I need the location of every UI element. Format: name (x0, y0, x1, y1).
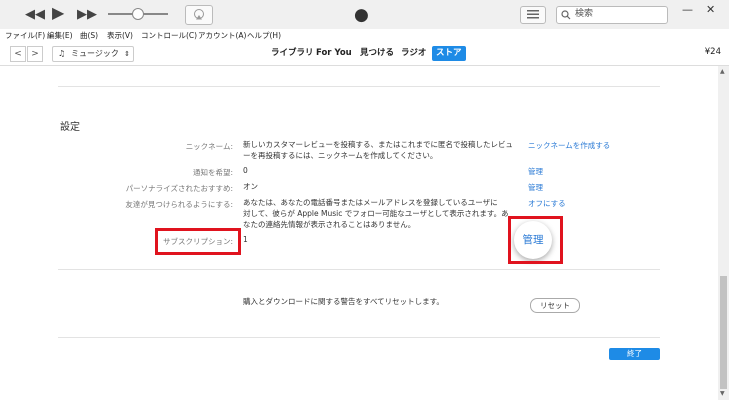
scroll-down-arrow-icon[interactable]: ▼ (720, 390, 725, 397)
music-note-icon: ♫ (58, 49, 66, 58)
subscription-label-highlight (155, 228, 241, 255)
navigation-bar: < > ♫ ミュージック ⇕ ライブラリ For You 見つける ラジオ スト… (0, 43, 729, 66)
volume-knob[interactable] (132, 8, 144, 20)
tab-for-you[interactable]: For You (312, 46, 356, 61)
up-next-list-button[interactable] (520, 6, 546, 24)
personalized-recommendations-label: パーソナライズされたおすすめ: (125, 184, 233, 193)
personalized-manage-link[interactable]: 管理 (528, 182, 543, 193)
turn-off-discover-link[interactable]: オフにする (528, 198, 566, 209)
notify-manage-link[interactable]: 管理 (528, 166, 543, 177)
done-button[interactable]: 終了 (609, 348, 660, 360)
forward-button[interactable]: > (27, 46, 43, 62)
menu-view[interactable]: 表示(V) (107, 30, 133, 41)
airplay-button[interactable] (185, 5, 213, 25)
notify-label: 通知を希望: (192, 168, 233, 177)
menu-edit[interactable]: 編集(E) (47, 30, 73, 41)
minimize-icon[interactable]: — (682, 3, 693, 16)
media-kind-label: ミュージック (71, 49, 119, 58)
back-button[interactable]: < (10, 46, 26, 62)
rewind-icon[interactable]: ◀◀ (25, 8, 45, 21)
scroll-thumb[interactable] (720, 276, 727, 389)
tab-library[interactable]: ライブラリ (267, 46, 318, 61)
airplay-icon (194, 9, 204, 20)
account-balance: ¥24 (704, 47, 721, 57)
play-icon[interactable]: ▶ (52, 5, 64, 21)
discoverable-description: あなたは、あなたの電話番号またはメールアドレスを登録しているユーザに 対して、彼… (243, 197, 523, 230)
subscription-manage-highlight (508, 216, 563, 264)
personalized-recommendations-value: オン (243, 182, 258, 191)
discoverable-description-line: なたの連絡先情報が表示されることはありません。 (243, 220, 416, 229)
divider (58, 86, 660, 87)
nickname-description-line: ーを再投稿するには、ニックネームを作成してください。 (243, 151, 438, 160)
discoverable-description-line: 対して、彼らが Apple Music でフォロー可能なユーザとして表示されます… (243, 209, 509, 218)
list-icon (527, 10, 539, 19)
scrollbar[interactable]: ▲ ▼ (718, 66, 729, 400)
menu-song[interactable]: 曲(S) (80, 30, 98, 41)
search-icon (561, 10, 571, 20)
notify-value: 0 (243, 166, 248, 175)
menu-file[interactable]: ファイル(F) (5, 30, 45, 41)
scroll-up-arrow-icon[interactable]: ▲ (720, 68, 725, 75)
menu-bar: ファイル(F) 編集(E) 曲(S) 表示(V) コントロール(C) アカウント… (0, 29, 729, 43)
nickname-description-line: 新しいカスタマーレビューを投稿する、またはこれまでに匿名で投稿したレビュ (243, 140, 513, 149)
search-box[interactable] (556, 6, 668, 24)
nickname-label: ニックネーム: (185, 142, 233, 151)
menu-account[interactable]: アカウント(A) (198, 30, 246, 41)
tab-browse[interactable]: 見つける (356, 46, 398, 61)
divider (58, 337, 660, 338)
nickname-description: 新しいカスタマーレビューを投稿する、またはこれまでに匿名で投稿したレビュ ーを再… (243, 139, 523, 161)
menu-help[interactable]: ヘルプ(H) (247, 30, 281, 41)
divider (58, 269, 660, 270)
discoverable-description-line: あなたは、あなたの電話番号またはメールアドレスを登録しているユーザに (243, 198, 498, 207)
create-nickname-link[interactable]: ニックネームを作成する (528, 140, 610, 151)
section-title: 設定 (60, 122, 80, 133)
discoverable-label: 友達が見つけられるようにする: (125, 200, 233, 209)
title-bar: ◀◀ ▶ ▶▶ ● — ✕ (0, 0, 729, 30)
reset-warnings-description: 購入とダウンロードに関する警告をすべてリセットします。 (243, 297, 444, 306)
menu-controls[interactable]: コントロール(C) (141, 30, 197, 41)
reset-button[interactable]: リセット (530, 298, 580, 313)
media-kind-select[interactable]: ♫ ミュージック ⇕ (52, 46, 134, 62)
apple-logo-icon: ● (354, 5, 369, 25)
chevron-updown-icon: ⇕ (124, 50, 130, 58)
close-icon[interactable]: ✕ (706, 3, 715, 16)
fast-forward-icon[interactable]: ▶▶ (77, 8, 97, 21)
tab-radio[interactable]: ラジオ (397, 46, 430, 61)
subscription-value: 1 (243, 235, 248, 244)
tab-store[interactable]: ストア (432, 46, 466, 61)
search-input[interactable] (575, 7, 663, 21)
